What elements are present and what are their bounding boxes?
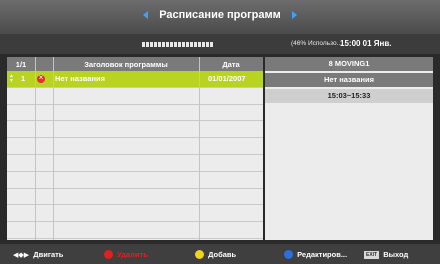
arrow-right-icon[interactable] <box>291 11 297 20</box>
channel-name: 8 MOVING1 <box>265 57 433 71</box>
status-bar: (46% Использо... 15:00 01 Янв. <box>0 34 440 54</box>
yellow-key-icon <box>195 250 204 259</box>
red-key-icon <box>104 250 113 259</box>
table-row[interactable] <box>7 172 263 189</box>
table-row[interactable] <box>7 105 263 122</box>
page-title: Расписание программ <box>159 9 281 21</box>
table-row[interactable] <box>7 189 263 206</box>
exit-label: Выход <box>383 250 409 259</box>
column-divider <box>35 57 36 240</box>
signal-bar <box>142 42 214 47</box>
arrow-left-icon[interactable] <box>143 11 149 20</box>
table-rows: ▲▼ 1 Нет названия 01/01/2007 <box>7 71 263 239</box>
exit-button[interactable]: EXIT Выход <box>364 250 408 259</box>
table-header: 1/1 Заголовок программы Дата <box>7 57 263 71</box>
row-title: Нет названия <box>55 74 105 83</box>
column-index: 1/1 <box>15 60 27 69</box>
up-down-icon: ▲ ▼ <box>9 73 14 84</box>
column-title: Заголовок программы <box>84 60 168 69</box>
footer-bar: ◀◆▶ Двигать Удалить Добавь Редактиров...… <box>0 244 440 264</box>
navigation-arrows-icon: ◀◆▶ <box>13 252 30 259</box>
record-icon <box>37 73 45 83</box>
program-name: Нет названия <box>265 73 433 87</box>
table-row[interactable] <box>7 222 263 239</box>
clock: 15:00 01 Янв. <box>340 39 392 48</box>
delete-label: Удалить <box>117 250 148 259</box>
table-row[interactable] <box>7 121 263 139</box>
exit-key-icon: EXIT <box>364 251 380 259</box>
table-row[interactable] <box>7 205 263 223</box>
move-label: Двигать <box>33 250 64 259</box>
delete-button[interactable]: Удалить <box>104 250 148 259</box>
row-number: 1 <box>21 74 26 83</box>
column-divider <box>53 57 54 240</box>
row-date: 01/01/2007 <box>208 74 246 83</box>
table-row[interactable] <box>7 155 263 172</box>
table-row[interactable] <box>7 88 263 105</box>
details-panel: 8 MOVING1 Нет названия 15:03~15:33 <box>265 57 433 240</box>
program-time: 15:03~15:33 <box>265 89 433 103</box>
edit-label: Редактиров... <box>297 250 348 259</box>
move-hint[interactable]: ◀◆▶ Двигать <box>13 250 63 259</box>
add-label: Добавь <box>208 250 237 259</box>
table-row-selected[interactable]: ▲▼ 1 Нет названия 01/01/2007 <box>7 71 263 88</box>
title-wrap: Расписание программ <box>0 9 440 21</box>
blue-key-icon <box>284 250 293 259</box>
column-date: Дата <box>222 60 240 69</box>
column-divider <box>199 57 200 240</box>
add-button[interactable]: Добавь <box>195 250 236 259</box>
schedule-screen: Расписание программ (46% Использо... 15:… <box>0 0 440 264</box>
edit-button[interactable]: Редактиров... <box>284 250 347 259</box>
storage-percent: (46% Использо... <box>291 40 343 47</box>
schedule-table: 1/1 Заголовок программы Дата ▲▼ 1 Нет на… <box>7 57 263 240</box>
header-bar: Расписание программ <box>0 0 440 34</box>
table-row[interactable] <box>7 138 263 155</box>
